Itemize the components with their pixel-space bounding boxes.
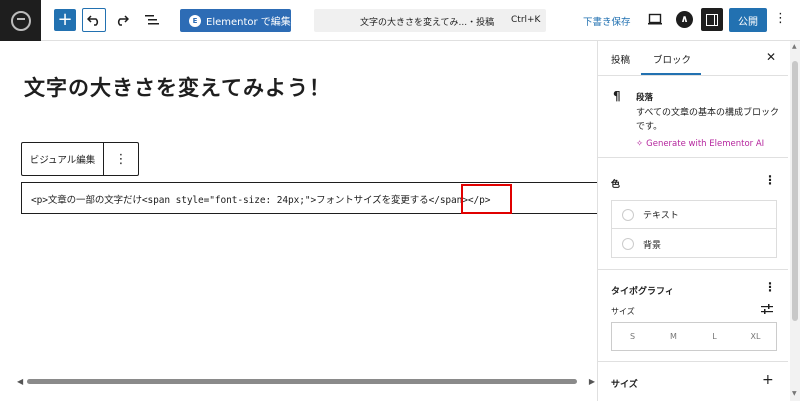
sidebar-icon — [706, 13, 718, 26]
command-shortcut: Ctrl+K — [511, 15, 541, 25]
publish-button[interactable]: 公開 — [729, 8, 767, 32]
paragraph-icon: ¶ — [613, 89, 621, 103]
settings-sidebar: 投稿 ブロック ✕ ¶ 段落 すべての文章の基本の構成ブロックです。 ✧ Gene… — [597, 41, 800, 401]
color-swatch-icon — [622, 208, 634, 221]
size-option-s[interactable]: S — [612, 323, 653, 350]
background-color-item[interactable]: 背景 — [612, 230, 776, 258]
html-code-text: <p>文章の一部の文字だけ<span style="font-size: 24p… — [31, 195, 491, 206]
background-color-label: 背景 — [643, 240, 662, 251]
command-title: 文字の大きさを変えてみ...・投稿 — [360, 18, 495, 28]
add-block-button[interactable]: + — [54, 9, 76, 31]
redo-icon — [117, 15, 129, 26]
elementor-icon: E — [189, 14, 201, 27]
block-description: すべての文章の基本の構成ブロックです。 — [636, 108, 780, 132]
size-option-m[interactable]: M — [653, 323, 694, 350]
jetpack-icon[interactable]: ∧ — [676, 11, 693, 28]
document-overview-button[interactable] — [140, 8, 164, 32]
vertical-scrollbar[interactable]: ▲ ▼ — [790, 41, 800, 401]
undo-button[interactable] — [82, 8, 106, 32]
divider — [598, 269, 788, 270]
ai-link-label: Generate with Elementor AI — [646, 139, 765, 149]
plus-icon[interactable]: + — [762, 372, 774, 388]
preview-icon[interactable] — [648, 12, 662, 26]
highlight-box — [461, 184, 512, 214]
sidebar-tabs: 投稿 ブロック ✕ — [598, 41, 788, 76]
custom-size-icon[interactable] — [761, 304, 773, 314]
scroll-up-icon[interactable]: ▲ — [792, 43, 797, 50]
color-options-icon[interactable]: ⋮ — [764, 173, 776, 187]
scrollbar-thumb[interactable] — [27, 379, 577, 384]
scroll-right-icon[interactable]: ▶ — [589, 377, 595, 386]
size-option-xl[interactable]: XL — [735, 323, 776, 350]
scroll-down-icon[interactable]: ▼ — [792, 390, 797, 397]
tab-post[interactable]: 投稿 — [611, 52, 630, 66]
close-icon[interactable]: ✕ — [766, 50, 776, 64]
color-panel-title: 色 — [611, 180, 621, 190]
font-size-picker: S M L XL — [611, 322, 777, 351]
block-options-icon[interactable]: ⋮ — [104, 143, 138, 175]
scroll-left-icon[interactable]: ◀ — [17, 377, 23, 386]
command-palette-button[interactable]: 文字の大きさを変えてみ...・投稿 Ctrl+K — [314, 9, 546, 32]
save-draft-button[interactable]: 下書き保存 — [583, 14, 631, 28]
text-color-item[interactable]: テキスト — [612, 201, 776, 229]
block-name: 段落 — [636, 93, 654, 103]
options-more-icon[interactable]: ⋮ — [774, 12, 787, 25]
undo-icon — [87, 15, 99, 26]
plus-icon: + — [57, 9, 73, 30]
post-title[interactable]: 文字の大きさを変えてみよう！ — [24, 72, 331, 102]
typography-options-icon[interactable]: ⋮ — [764, 280, 776, 294]
editor-top-bar: + E Elementor で編集 文字の大きさを変えてみ...・投稿 Ctrl… — [0, 0, 800, 41]
list-view-icon — [145, 15, 159, 25]
elementor-button-label: Elementor で編集 — [206, 17, 291, 28]
visual-edit-button[interactable]: ビジュアル編集 — [22, 143, 104, 175]
redo-button[interactable] — [110, 8, 134, 32]
font-size-label: サイズ — [611, 307, 635, 316]
elementor-ai-link[interactable]: ✧ Generate with Elementor AI — [636, 139, 764, 149]
typography-panel-title: タイポグラフィ — [611, 287, 674, 297]
color-settings: テキスト 背景 — [611, 200, 777, 258]
horizontal-scrollbar[interactable]: ◀ ▶ — [17, 376, 595, 386]
block-card: ¶ 段落 すべての文章の基本の構成ブロックです。 ✧ Generate with … — [598, 77, 788, 158]
active-tab-indicator — [641, 73, 701, 75]
block-toolbar: ビジュアル編集 ⋮ — [21, 142, 139, 176]
tab-block[interactable]: ブロック — [653, 52, 691, 66]
site-logo-button[interactable] — [0, 0, 41, 41]
settings-toggle-button[interactable] — [701, 8, 723, 31]
divider — [598, 361, 788, 362]
size-option-l[interactable]: L — [694, 323, 735, 350]
scrollbar-thumb[interactable] — [792, 61, 798, 321]
color-swatch-icon — [622, 238, 634, 250]
text-color-label: テキスト — [643, 211, 679, 221]
wordpress-icon — [10, 10, 31, 31]
edit-with-elementor-button[interactable]: E Elementor で編集 — [180, 9, 291, 32]
dimensions-panel-title: サイズ — [611, 380, 638, 390]
sparkle-icon: ✧ — [636, 139, 644, 149]
